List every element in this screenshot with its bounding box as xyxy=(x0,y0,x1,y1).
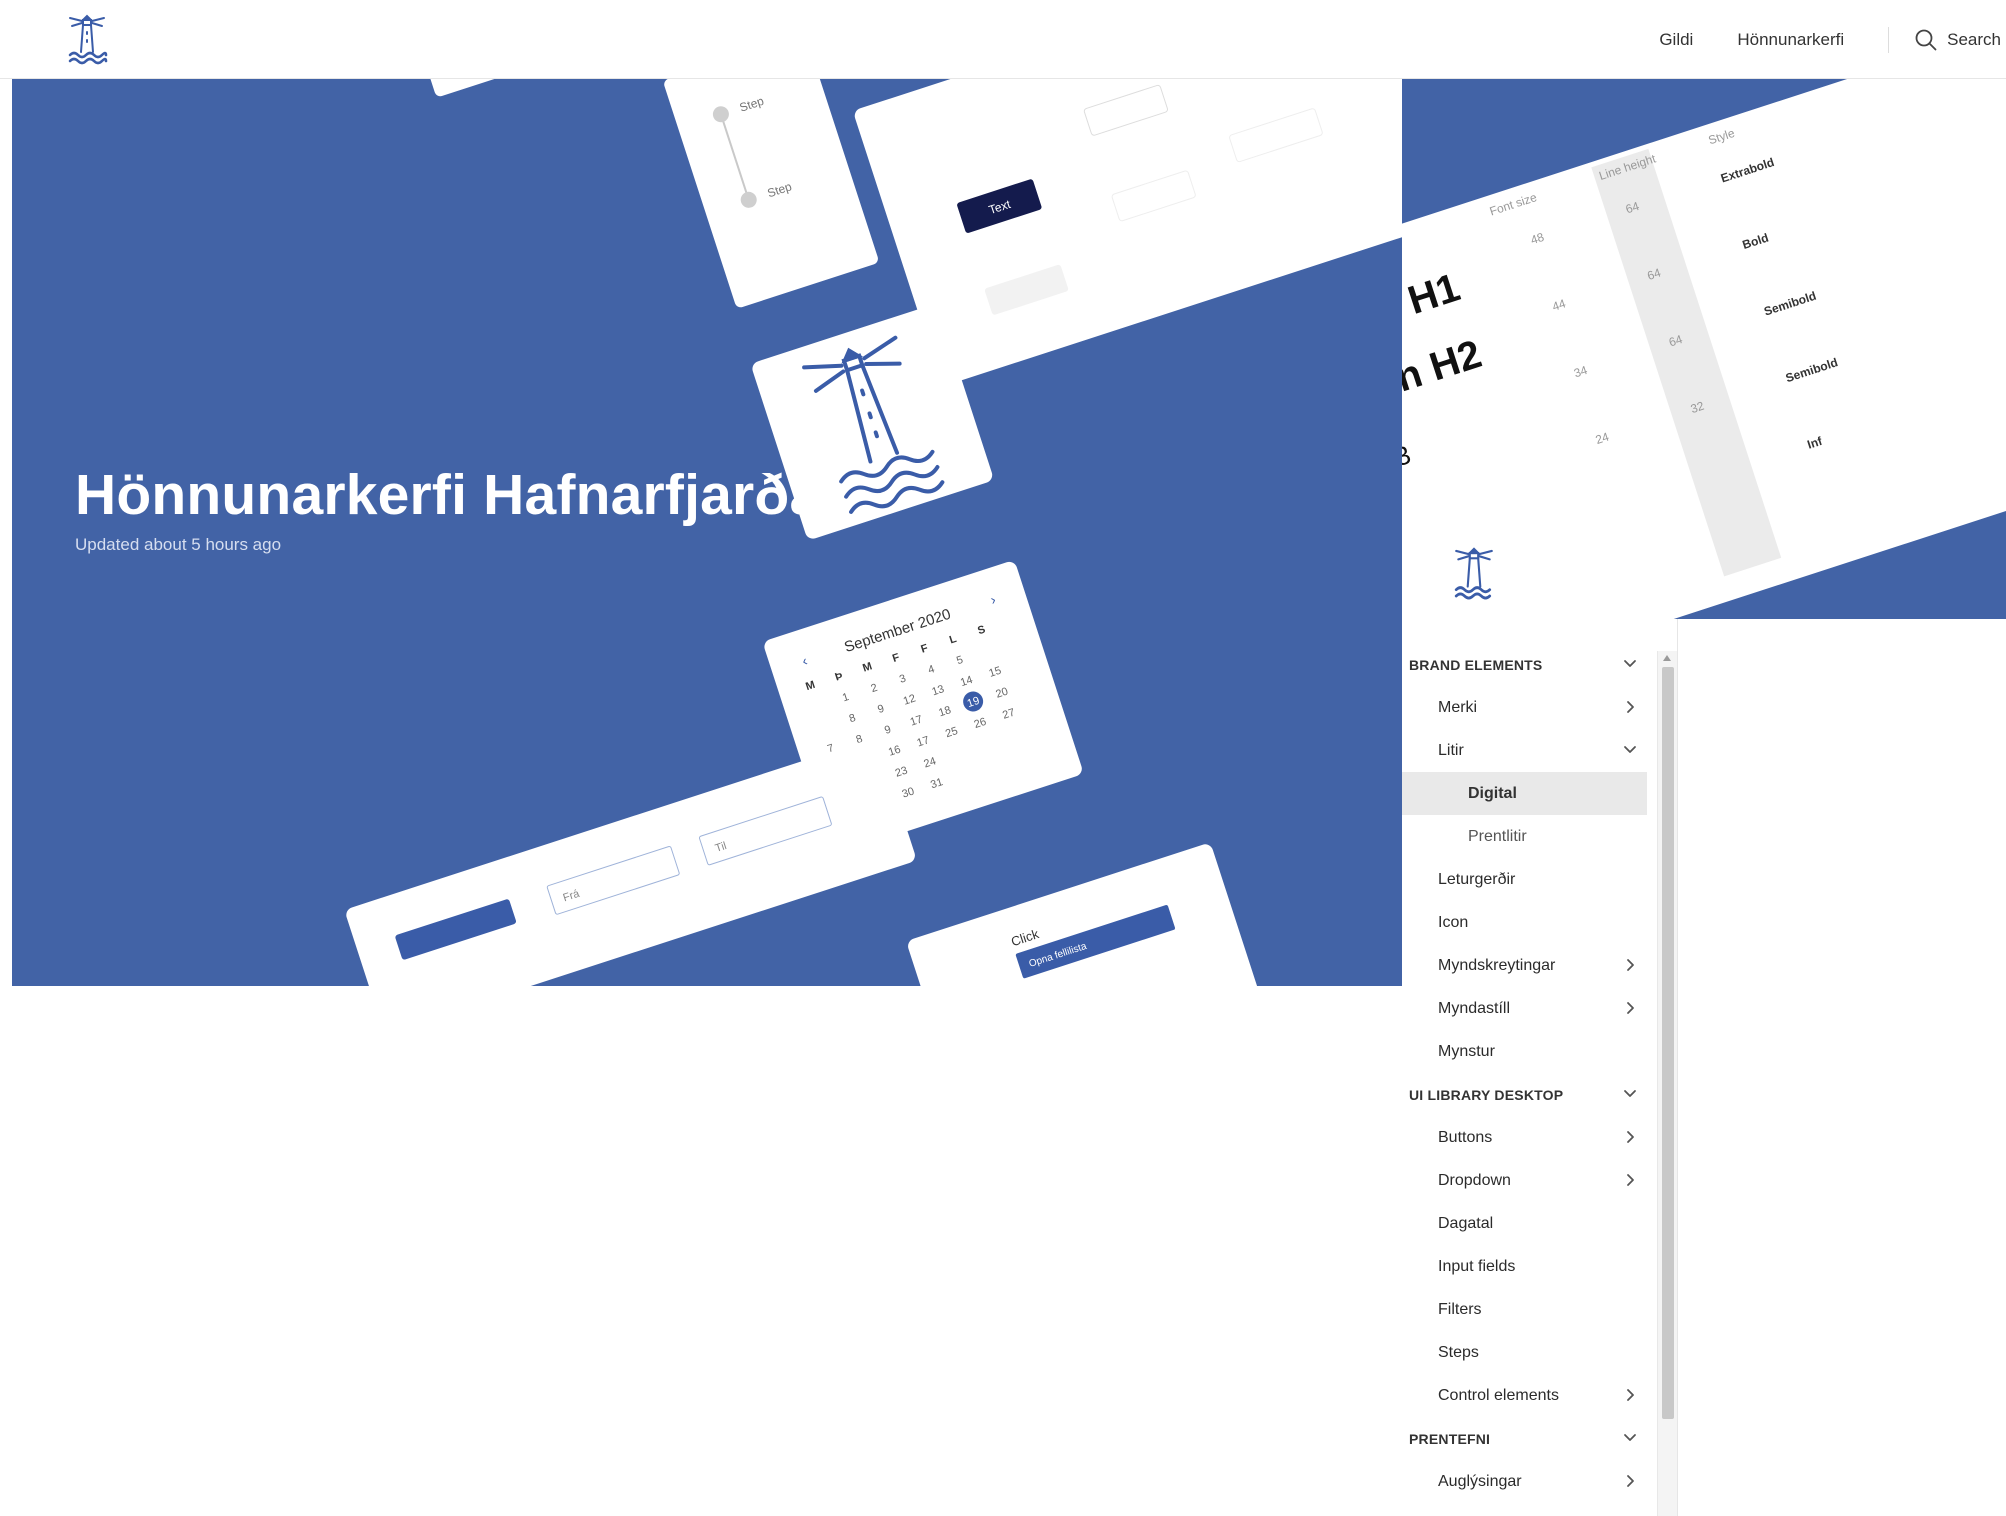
menu-item-label: Auglýsingar xyxy=(1438,1472,1522,1490)
design-system-mockups-illustration: Step Step Text ‹ September 2020 › MÞMFFL… xyxy=(346,79,1402,986)
chevron-right-icon xyxy=(1627,1389,1634,1401)
menu-item-label: PRENTEFNI xyxy=(1409,1430,1491,1447)
sidebar-item-myndastill[interactable]: Myndastíll xyxy=(1402,987,1647,1030)
chevron-right-icon xyxy=(1627,1475,1634,1487)
chevron-right-icon xyxy=(1627,701,1634,713)
lighthouse-logo-icon xyxy=(1454,547,1493,600)
menu-item-label: Dropdown xyxy=(1438,1171,1511,1189)
sidebar-item-digital[interactable]: Digital xyxy=(1402,772,1647,815)
sidebar-item-auglysingar[interactable]: Auglýsingar xyxy=(1402,1460,1647,1503)
top-navigation-bar: Gildi Hönnunarkerfi Search xyxy=(0,0,2006,79)
chevron-right-icon xyxy=(1627,1174,1634,1186)
sidebar-item-dropdown[interactable]: Dropdown xyxy=(1402,1159,1647,1202)
mockup-date-inputs-card: Frá Til xyxy=(346,738,915,986)
updated-timestamp: Updated about 5 hours ago xyxy=(75,535,282,554)
search-label: Search xyxy=(1947,29,2001,49)
sidebar-item-myndskreytingar[interactable]: Myndskreytingar xyxy=(1402,944,1647,987)
menu-item-label: Leturgerðir xyxy=(1438,870,1516,888)
menu-item-label: Steps xyxy=(1438,1343,1479,1361)
mockup-card-top-left xyxy=(416,79,550,97)
sidebar-item-buttons[interactable]: Buttons xyxy=(1402,1116,1647,1159)
sidebar-item-merki[interactable]: Merki xyxy=(1402,686,1647,729)
lighthouse-logo-icon[interactable] xyxy=(66,12,108,68)
menu-item-label: Dagatal xyxy=(1438,1214,1494,1232)
chevron-down-icon xyxy=(1624,746,1636,753)
menu-item-label: Control elements xyxy=(1438,1386,1559,1404)
menu-item-label: Merki xyxy=(1438,698,1478,716)
hero-banner: Step Step Text ‹ September 2020 › M Þ M … xyxy=(12,79,1402,986)
sidebar-item-dagatal[interactable]: Dagatal xyxy=(1402,1202,1647,1245)
page-title: Hönnunarkerfi Hafnarfjarðar xyxy=(75,463,844,527)
mockup-steps-card: Step Step xyxy=(664,79,878,308)
menu-item-label: Filters xyxy=(1438,1300,1482,1318)
nav-link-honnunarkerfi[interactable]: Hönnunarkerfi xyxy=(1737,30,1844,50)
search-button[interactable]: Search xyxy=(1915,29,2001,51)
sidebar-item-icon[interactable]: Icon xyxy=(1402,901,1647,944)
chevron-right-icon xyxy=(1627,1131,1634,1143)
sidebar-item-leturger-ir[interactable]: Leturgerðir xyxy=(1402,858,1647,901)
chevron-right-icon xyxy=(1627,959,1634,971)
chevron-right-icon xyxy=(1627,1002,1634,1014)
sidebar-item-prentlitir[interactable]: Prentlitir xyxy=(1402,815,1647,858)
menu-item-label: Myndastíll xyxy=(1438,999,1511,1017)
scroll-thumb[interactable] xyxy=(1662,667,1674,1419)
menu-item-label: UI LIBRARY DESKTOP xyxy=(1409,1086,1564,1103)
scroll-up-arrow-icon[interactable] xyxy=(1663,655,1671,661)
sidebar-item-control-elements[interactable]: Control elements xyxy=(1402,1374,1647,1417)
sidebar-navigation: BRAND ELEMENTS Merki Litir Digital Prentliti… xyxy=(1402,547,1677,1516)
menu-item-label: Mynstur xyxy=(1438,1042,1495,1060)
sidebar-scrollbar[interactable] xyxy=(1657,651,1677,1516)
sidebar-section-ui-library-desktop[interactable]: UI LIBRARY DESKTOP xyxy=(1402,1073,1647,1116)
sidebar-section-brand-elements[interactable]: BRAND ELEMENTS xyxy=(1402,643,1647,686)
sidebar-item-litir[interactable]: Litir xyxy=(1402,729,1647,772)
menu-item-label: BRAND ELEMENTS xyxy=(1409,656,1543,673)
menu-item-label: Buttons xyxy=(1438,1128,1493,1146)
nav-divider xyxy=(1888,26,1890,53)
sidebar-menu: BRAND ELEMENTS Merki Litir Digital Prentliti… xyxy=(1402,643,1647,1503)
typography-scale-illustration: Font size Line height Style Fyrirsögn H1… xyxy=(1402,79,2006,619)
nav-link-gildi[interactable]: Gildi xyxy=(1659,30,1693,50)
sidebar-item-mynstur[interactable]: Mynstur xyxy=(1402,1030,1647,1073)
menu-item-label: Litir xyxy=(1438,741,1464,759)
sidebar-item-filters[interactable]: Filters xyxy=(1402,1288,1647,1331)
menu-item-label: Digital xyxy=(1468,784,1517,802)
content-divider xyxy=(1677,619,1678,1516)
chevron-down-icon xyxy=(1624,1434,1636,1441)
menu-item-label: Prentlitir xyxy=(1468,827,1527,845)
chevron-down-icon xyxy=(1624,1090,1636,1097)
menu-item-label: Myndskreytingar xyxy=(1438,956,1556,974)
typography-preview-panel: Font size Line height Style Fyrirsögn H1… xyxy=(1402,79,2006,619)
top-nav: Gildi Hönnunarkerfi Search xyxy=(1659,0,2006,79)
sidebar-item-input-fields[interactable]: Input fields xyxy=(1402,1245,1647,1288)
search-icon xyxy=(1915,29,1937,50)
sidebar-item-steps[interactable]: Steps xyxy=(1402,1331,1647,1374)
menu-item-label: Input fields xyxy=(1438,1257,1516,1275)
mockup-dropdown-card: Click Opna fellilista xyxy=(908,844,1258,986)
menu-item-label: Icon xyxy=(1438,913,1469,931)
chevron-down-icon xyxy=(1624,660,1636,667)
sidebar-section-prentefni[interactable]: PRENTEFNI xyxy=(1402,1417,1647,1460)
